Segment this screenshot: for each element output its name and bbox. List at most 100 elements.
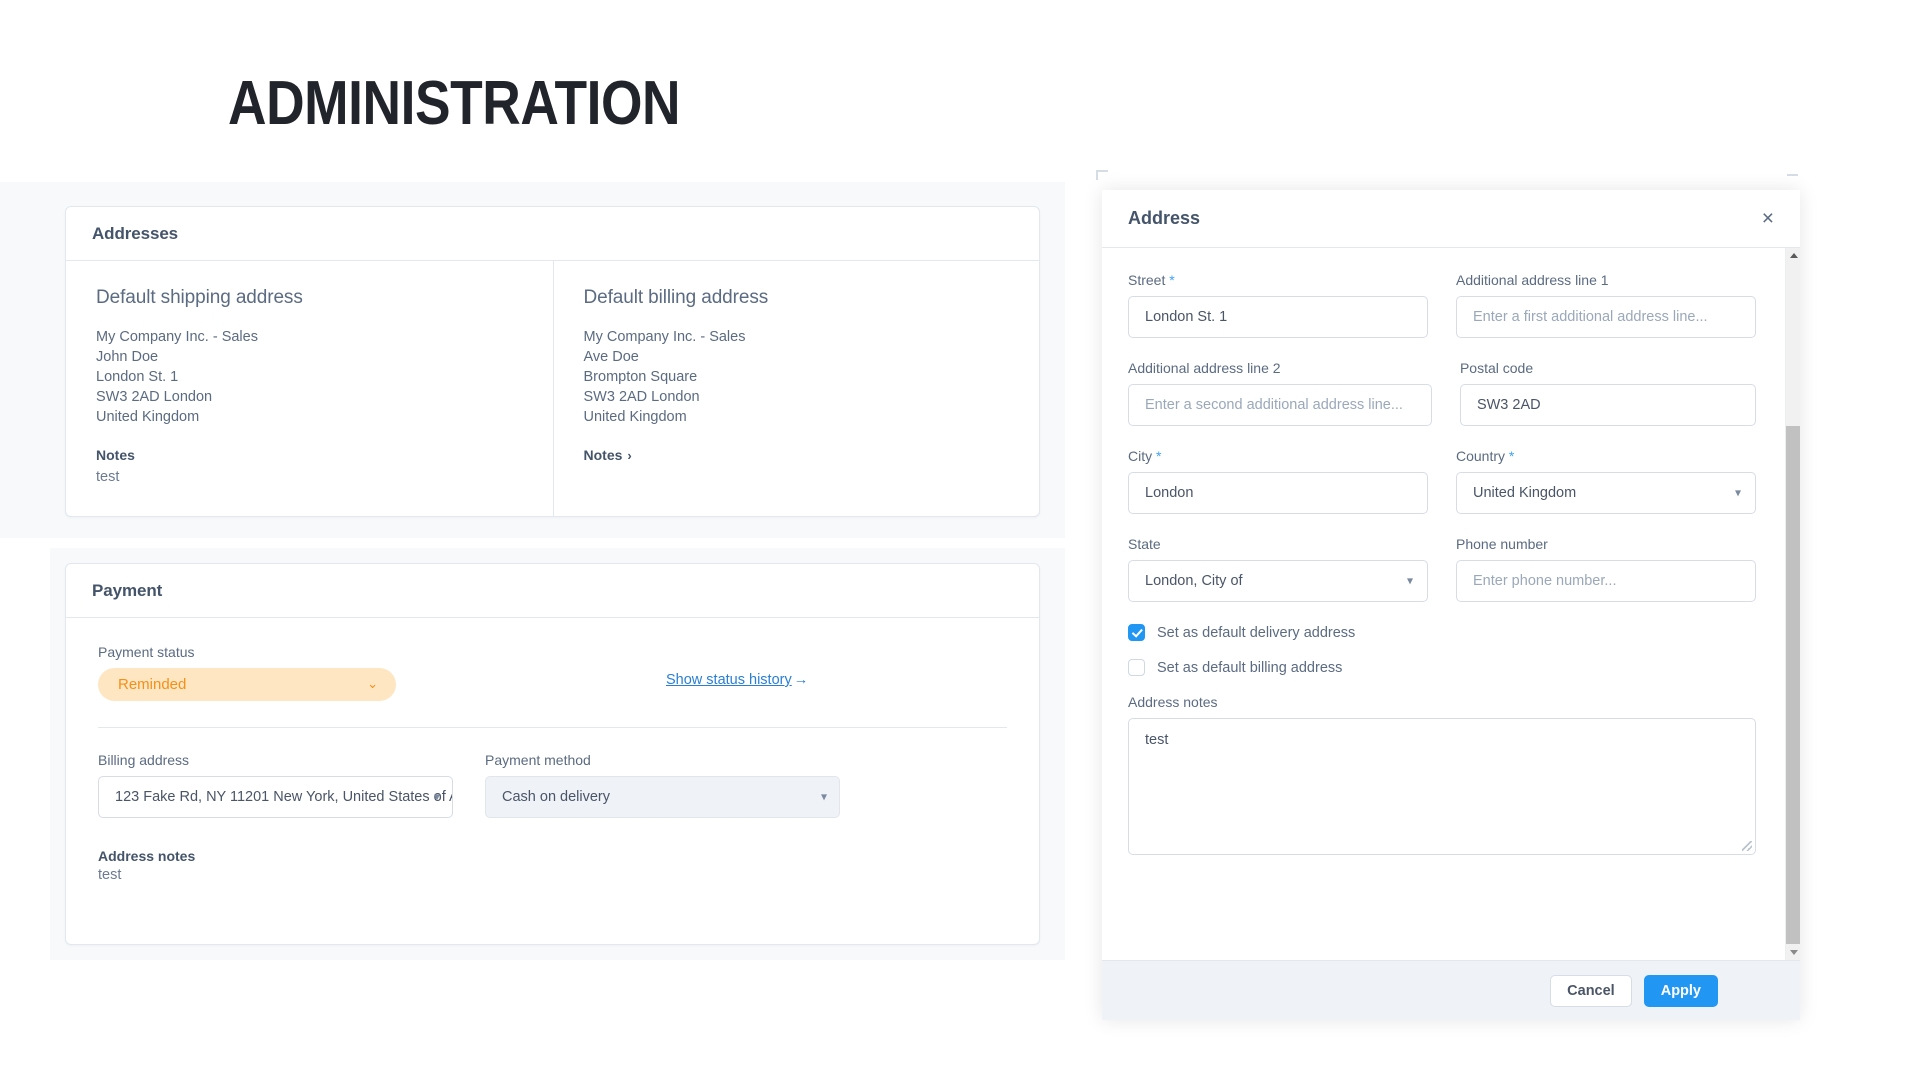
postal-code-input[interactable]: SW3 2AD [1459, 384, 1756, 426]
payment-divider [98, 727, 1007, 728]
billing-address-line: Ave Doe [583, 349, 639, 365]
payment-status-row: Payment status Reminded ⌄ Show status hi… [98, 644, 1007, 701]
chevron-down-icon: ▾ [1734, 485, 1741, 500]
shipping-address-line: SW3 2AD London [96, 389, 213, 405]
street-label: Street * [1128, 272, 1175, 288]
checkbox-checked-icon[interactable] [1128, 624, 1145, 641]
country-select[interactable]: United Kingdom ▾ [1456, 472, 1756, 514]
drawer-scrollbar[interactable] [1785, 248, 1800, 960]
address-notes-textarea[interactable]: test [1128, 718, 1756, 855]
chevron-down-icon: ▾ [820, 789, 827, 804]
billing-address-line: Brompton Square [583, 369, 698, 385]
drawer-body: Street * London St. 1 Additional address… [1102, 248, 1800, 960]
payment-method-select[interactable]: Cash on delivery ▾ [485, 776, 840, 818]
additional-line-1-placeholder: Enter a first additional address line... [1473, 309, 1708, 325]
billing-address-select[interactable]: 123 Fake Rd, NY 11201 New York, United S… [98, 776, 453, 818]
addresses-card: Addresses Default shipping address My Co… [65, 206, 1040, 517]
page-title: ADMINISTRATION [228, 69, 681, 138]
phone-input[interactable]: Enter phone number... [1456, 560, 1756, 602]
close-icon[interactable]: × [1762, 208, 1774, 229]
billing-address-value: 123 Fake Rd, NY 11201 New York, United S… [115, 789, 452, 805]
phone-group: Phone number Enter phone number... [1456, 536, 1756, 602]
shipping-address-line: London St. 1 [96, 369, 179, 385]
cancel-button[interactable]: Cancel [1550, 974, 1632, 1007]
billing-address-line: United Kingdom [583, 409, 687, 425]
drawer-corner-marker [1096, 170, 1108, 180]
additional-line-2-input[interactable]: Enter a second additional address line..… [1128, 384, 1432, 426]
resize-handle-icon[interactable] [1742, 841, 1752, 851]
shipping-notes-label[interactable]: Notes [96, 447, 135, 463]
payment-status-select[interactable]: Reminded ⌄ [98, 668, 396, 701]
city-group: City * London [1128, 448, 1428, 514]
drawer-title: Address [1128, 208, 1201, 228]
payment-status-value: Reminded [118, 676, 187, 693]
country-value: United Kingdom [1473, 485, 1577, 501]
drawer-header: Address × [1102, 190, 1800, 248]
drawer-footer: Cancel Apply [1102, 960, 1800, 1020]
postal-code-label: Postal code [1459, 360, 1534, 376]
shipping-notes-value: test [96, 469, 120, 485]
apply-button[interactable]: Apply [1643, 974, 1718, 1007]
form-row-street: Street * London St. 1 Additional address… [1128, 272, 1756, 338]
street-group: Street * London St. 1 [1128, 272, 1428, 338]
form-row-state-phone: State London, City of ▾ Phone number Ent… [1128, 536, 1756, 602]
additional-line-1-label: Additional address line 1 [1456, 272, 1609, 288]
additional-line-2-label: Additional address line 2 [1128, 360, 1281, 376]
phone-placeholder: Enter phone number... [1473, 573, 1617, 589]
default-delivery-checkbox-label: Set as default delivery address [1157, 624, 1356, 641]
default-delivery-checkbox-row[interactable]: Set as default delivery address [1128, 624, 1756, 641]
scrollbar-thumb[interactable] [1786, 426, 1800, 944]
payment-address-notes-label: Address notes [98, 848, 196, 864]
billing-address-line: SW3 2AD London [583, 389, 700, 405]
additional-line-1-group: Additional address line 1 Enter a first … [1456, 272, 1756, 338]
state-select[interactable]: London, City of ▾ [1128, 560, 1428, 602]
show-status-history-link[interactable]: Show status history → [666, 672, 808, 688]
city-input[interactable]: London [1128, 472, 1428, 514]
chevron-down-icon: ▾ [1406, 573, 1413, 588]
shipping-notes-label-text: Notes [96, 447, 135, 463]
addresses-card-body: Default shipping address My Company Inc.… [66, 261, 1039, 517]
payment-card-title: Payment [92, 580, 163, 600]
billing-notes-toggle[interactable]: Notes › [584, 447, 632, 463]
default-billing-address-column: Default billing address My Company Inc. … [552, 261, 1040, 517]
payment-method-value: Cash on delivery [502, 789, 610, 805]
payment-status-label: Payment status [98, 644, 195, 660]
drawer-top-marker [1787, 174, 1798, 176]
postal-code-value: SW3 2AD [1476, 397, 1541, 413]
payment-method-label: Payment method [485, 752, 591, 768]
addresses-card-title: Addresses [92, 223, 179, 243]
payment-details-row: Billing address 123 Fake Rd, NY 11201 Ne… [98, 752, 1007, 818]
addresses-card-header: Addresses [66, 207, 1039, 261]
chevron-right-icon: › [627, 447, 632, 463]
country-label: Country * [1456, 448, 1515, 464]
show-status-history-label: Show status history [666, 672, 792, 688]
shipping-address-title: Default shipping address [96, 287, 303, 308]
shipping-address-notes: Notes test [96, 447, 523, 487]
payment-address-notes-value: test [98, 867, 122, 883]
required-marker: * [1169, 272, 1175, 288]
additional-line-1-input[interactable]: Enter a first additional address line... [1456, 296, 1756, 338]
address-notes-label: Address notes [1128, 694, 1218, 710]
shipping-address-line: United Kingdom [96, 409, 200, 425]
state-label: State [1128, 536, 1161, 552]
additional-line-2-placeholder: Enter a second additional address line..… [1145, 397, 1403, 413]
billing-address-label: Billing address [98, 752, 190, 768]
payment-method-group: Payment method Cash on delivery ▾ [485, 752, 840, 818]
payment-address-notes: Address notes test [98, 848, 1007, 883]
billing-address-title: Default billing address [583, 287, 769, 308]
billing-notes-label-text: Notes [583, 447, 623, 463]
city-label: City * [1128, 448, 1162, 464]
address-notes-value: test [1145, 732, 1169, 748]
chevron-down-icon: ▾ [433, 789, 440, 804]
billing-address-line: My Company Inc. - Sales [583, 329, 746, 345]
payment-status-group: Payment status Reminded ⌄ [98, 644, 396, 701]
state-group: State London, City of ▾ [1128, 536, 1428, 602]
street-input[interactable]: London St. 1 [1128, 296, 1428, 338]
default-billing-checkbox-row[interactable]: Set as default billing address [1128, 659, 1756, 676]
checkbox-unchecked-icon[interactable] [1128, 659, 1145, 676]
required-marker: * [1156, 448, 1162, 464]
required-marker: * [1508, 448, 1515, 464]
country-group: Country * United Kingdom ▾ [1456, 448, 1756, 514]
scroll-up-arrow-icon[interactable] [1786, 248, 1800, 263]
scroll-down-arrow-icon[interactable] [1786, 945, 1800, 960]
